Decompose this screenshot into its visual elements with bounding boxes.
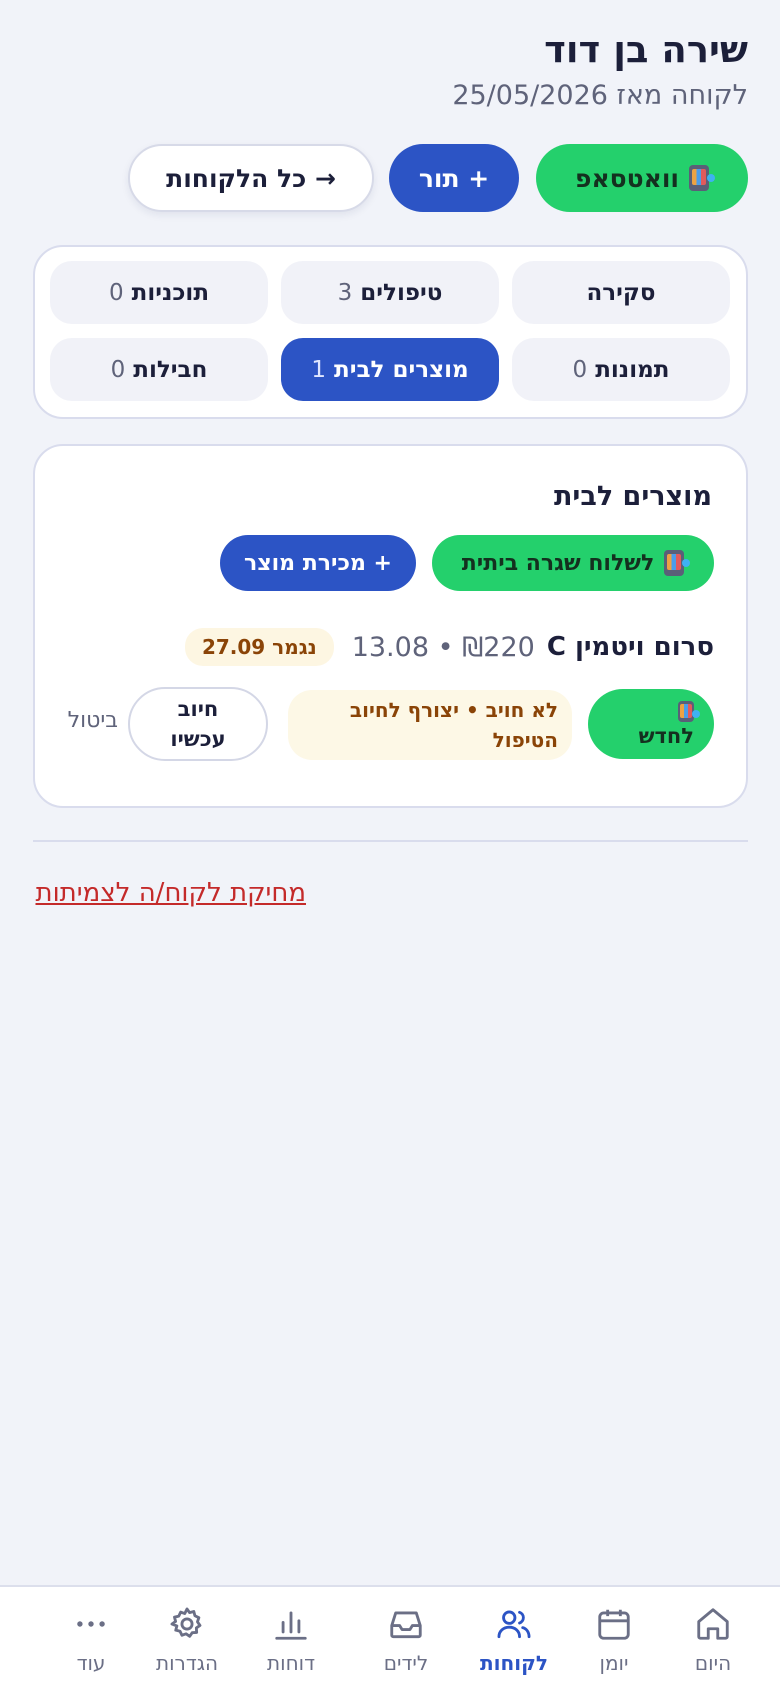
nav-label: היום [694, 1651, 732, 1675]
nav-item-today[interactable]: היום [668, 1605, 758, 1675]
client-profile-page: שירה בן דוד לקוחה מאז 25/05/2026 וואטסאפ… [0, 0, 780, 1585]
nav-label: לקוחות [480, 1651, 548, 1675]
client-since: לקוחה מאז 25/05/2026 [452, 80, 748, 111]
client-name: שירה בן דוד [544, 28, 748, 71]
new-appointment-label: + תור [418, 163, 490, 193]
tab-label: טיפולים [360, 279, 443, 306]
tab-overview[interactable]: סקירה [512, 261, 730, 324]
clients-icon [497, 1610, 531, 1639]
tab-label: תוכניות [131, 279, 210, 306]
tab-treatments[interactable]: טיפולים 3 [281, 261, 499, 324]
charge-now-label: חיוב עכשיו [170, 697, 226, 751]
mobile-phone-icon [678, 700, 700, 722]
new-appointment-button[interactable]: + תור [389, 144, 519, 212]
chart-icon [275, 1611, 307, 1640]
home-icon [697, 1608, 729, 1640]
mobile-phone-icon [664, 550, 691, 576]
tab-count: 1 [311, 356, 327, 383]
send-home-routine-label: לשלוח שגרה ביתית [461, 550, 655, 576]
divider [33, 840, 748, 842]
product-ends-badge: נגמר 27.09 [184, 628, 334, 666]
product-name: סרום ויטמין C [546, 632, 714, 662]
tab-label: מוצרים לבית [334, 356, 469, 383]
inbox-icon [390, 1611, 422, 1639]
whatsapp-label: וואטסאפ [575, 163, 679, 193]
all-clients-button[interactable]: → כל הלקוחות [128, 144, 374, 212]
tab-label: חבילות [133, 356, 208, 383]
tab-count: 0 [572, 356, 588, 383]
tab-count: 0 [110, 356, 126, 383]
tab-count: 0 [108, 279, 124, 306]
calendar-icon [598, 1609, 630, 1640]
cancel-link[interactable]: ביטול [68, 708, 118, 733]
mobile-phone-icon [689, 165, 715, 191]
send-home-routine-button[interactable]: לשלוח שגרה ביתית [432, 535, 714, 591]
nav-label: דוחות [266, 1651, 316, 1675]
sell-product-button[interactable]: + מכירת מוצר [220, 535, 416, 591]
nav-label: לידים [383, 1651, 429, 1675]
nav-item-more[interactable]: עוד [46, 1605, 136, 1675]
section-title: מוצרים לבית [553, 481, 712, 512]
product-item: סרום ויטמין C ₪220 • 13.08 נגמר 27.09 [184, 628, 714, 666]
gear-icon [170, 1607, 202, 1638]
nav-label: עוד [76, 1651, 106, 1675]
whatsapp-button[interactable]: וואטסאפ [536, 144, 748, 212]
nav-item-leads[interactable]: לידים [361, 1605, 451, 1675]
nav-item-calendar[interactable]: יומן [569, 1605, 659, 1675]
nav-label: יומן [599, 1651, 629, 1675]
charge-status-badge: לא חויב • יצורף לחיוב הטיפול [288, 690, 572, 760]
home-products-card: מוצרים לבית לשלוח שגרה ביתית + מכירת מוצ… [33, 444, 748, 808]
more-icon [77, 1621, 105, 1627]
product-price-date: ₪220 • 13.08 [351, 631, 535, 663]
tab-plans[interactable]: תוכניות 0 [50, 261, 268, 324]
renew-button[interactable]: לחדש [588, 689, 714, 759]
charge-now-button[interactable]: חיוב עכשיו [128, 687, 268, 761]
nav-item-settings[interactable]: הגדרות [142, 1605, 232, 1675]
all-clients-label: → כל הלקוחות [166, 163, 336, 193]
nav-item-clients[interactable]: לקוחות [469, 1605, 559, 1675]
bottom-nav: היום יומן לקוחות לידים דוחות הגדרות עוד [0, 1585, 780, 1688]
tab-label: תמונות [595, 356, 670, 383]
delete-client-link[interactable]: מחיקת לקוח/ה לצמיתות [36, 878, 307, 908]
sell-product-label: + מכירת מוצר [244, 550, 392, 576]
tab-home-products[interactable]: מוצרים לבית 1 [281, 338, 499, 401]
nav-item-reports[interactable]: דוחות [246, 1605, 336, 1675]
tab-count: 3 [337, 279, 353, 306]
tab-packages[interactable]: חבילות 0 [50, 338, 268, 401]
nav-label: הגדרות [155, 1651, 219, 1675]
tab-photos[interactable]: תמונות 0 [512, 338, 730, 401]
profile-tabs: סקירה טיפולים 3 תוכניות 0 תמונות 0 מוצרי… [33, 245, 748, 419]
renew-label: לחדש [638, 723, 694, 748]
tab-label: סקירה [586, 279, 656, 306]
